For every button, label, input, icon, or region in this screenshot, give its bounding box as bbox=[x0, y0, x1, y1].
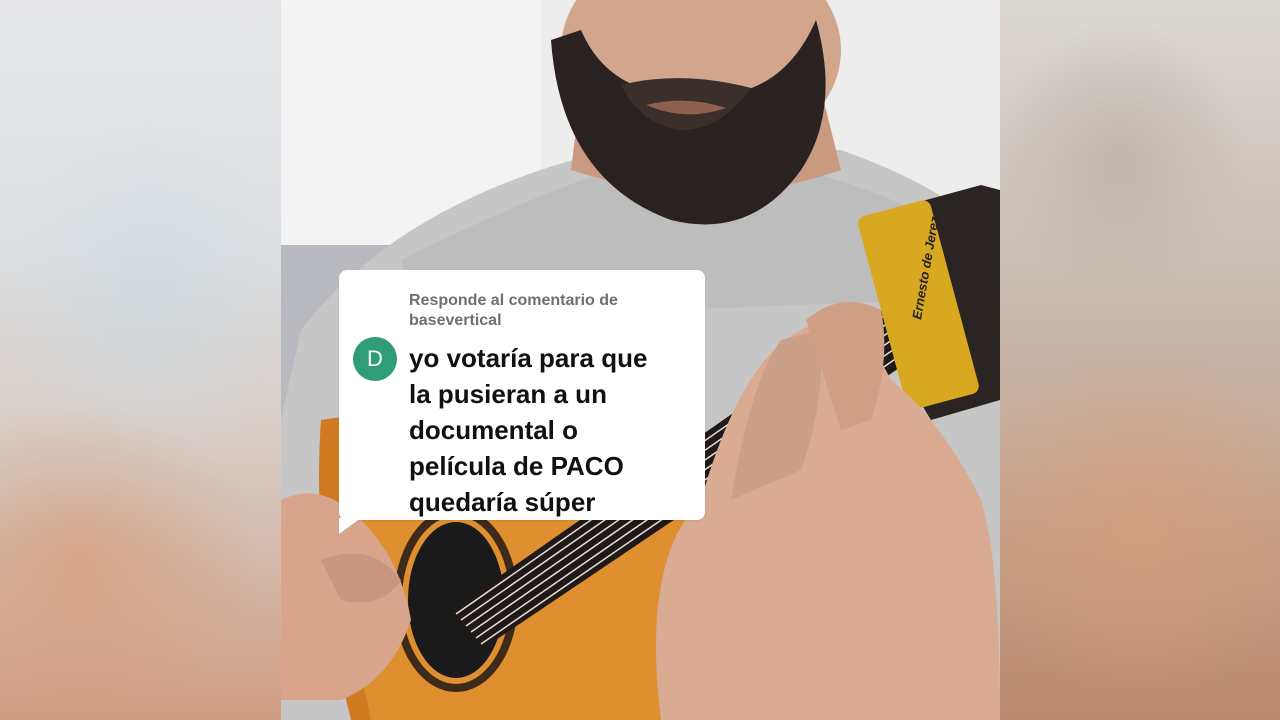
comment-line: yo votaría para que bbox=[409, 343, 648, 373]
reply-username[interactable]: basevertical bbox=[409, 311, 689, 331]
comment-text: yo votaría para que la pusieran a un doc… bbox=[409, 340, 699, 520]
comment-bubble-tail bbox=[339, 518, 361, 534]
blurred-background-right bbox=[1000, 0, 1280, 720]
comment-line: quedaría súper bbox=[409, 487, 596, 517]
comment-line: película de PACO bbox=[409, 451, 624, 481]
comment-line: la pusieran a un bbox=[409, 379, 607, 409]
blurred-background-left bbox=[0, 0, 281, 720]
reply-prefix-text: Responde al comentario de bbox=[409, 292, 618, 309]
reply-header: Responde al comentario de basevertical bbox=[409, 291, 689, 331]
comment-line: documental o bbox=[409, 415, 579, 445]
commenter-avatar[interactable]: D bbox=[353, 337, 397, 381]
